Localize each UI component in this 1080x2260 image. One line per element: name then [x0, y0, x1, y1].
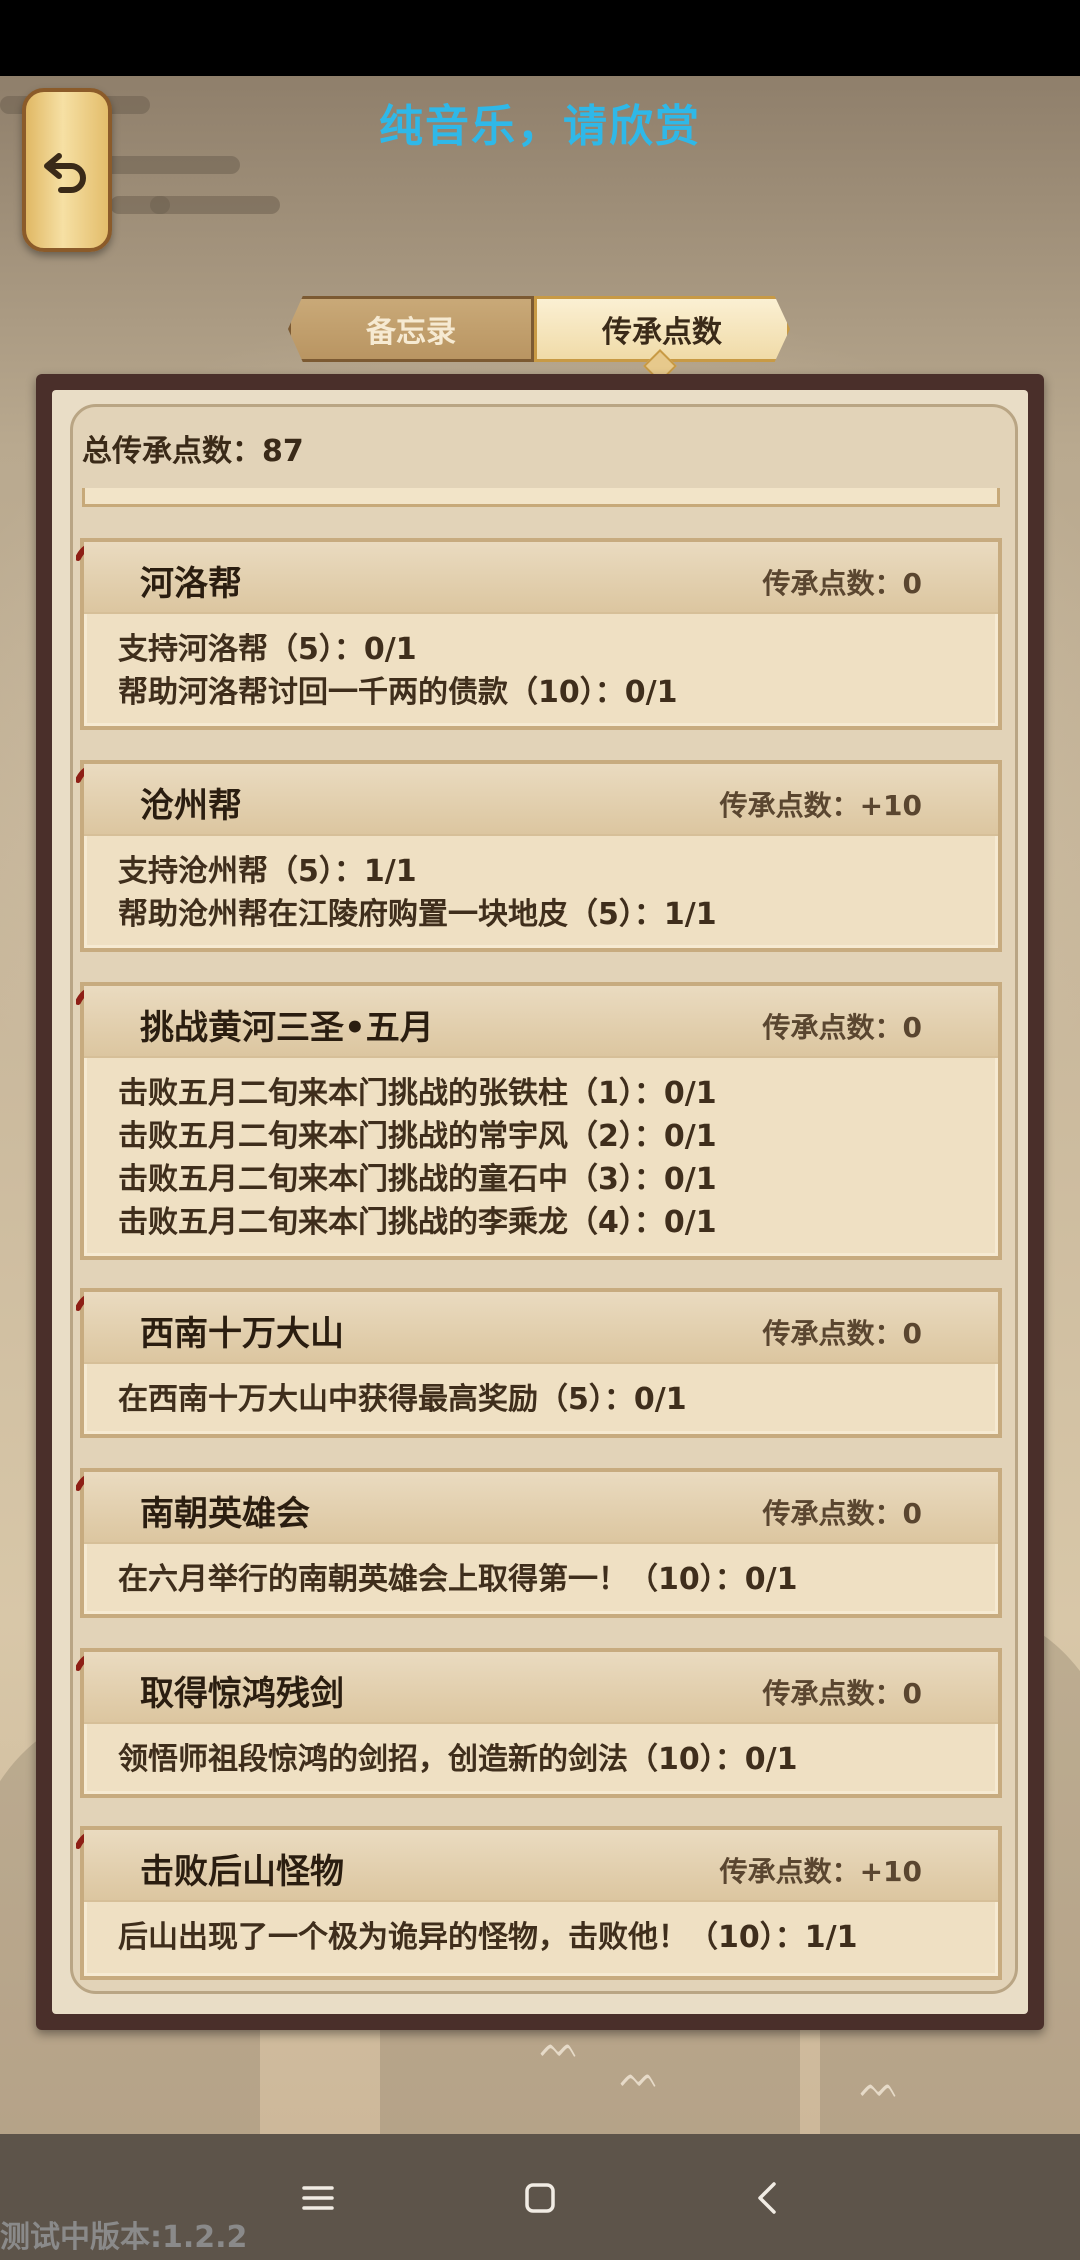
card-title: 西南十万大山	[140, 1314, 344, 1354]
requirement-line: 后山出现了一个极为诡异的怪物，击败他！（10）：1/1	[118, 1920, 858, 1955]
scrolled-card-edge	[82, 488, 1000, 507]
card-header: 挑战黄河三圣•五月 传承点数：0	[84, 986, 998, 1058]
inheritance-card: 挑战黄河三圣•五月 传承点数：0 击败五月二旬来本门挑战的张铁柱（1）：0/1 …	[76, 982, 1002, 1260]
card-points: 传承点数：0	[762, 1677, 922, 1710]
card-title: 河洛帮	[140, 564, 242, 604]
inheritance-card: 河洛帮 传承点数：0 支持河洛帮（5）：0/1 帮助河洛帮讨回一千两的债款（10…	[76, 538, 1002, 730]
requirement-line: 支持沧州帮（5）：1/1	[118, 854, 417, 889]
card-title: 取得惊鸿残剑	[140, 1674, 344, 1714]
requirement-line: 击败五月二旬来本门挑战的童石中（3）：0/1	[118, 1162, 717, 1197]
tab-memo[interactable]: 备忘录	[288, 296, 534, 362]
status-bar	[0, 0, 1080, 76]
inheritance-card: 沧州帮 传承点数：+10 支持沧州帮（5）：1/1 帮助沧州帮在江陵府购置一块地…	[76, 760, 1002, 952]
card-header: 沧州帮 传承点数：+10	[84, 764, 998, 836]
card-title: 南朝英雄会	[140, 1494, 310, 1534]
card-points: 传承点数：0	[762, 567, 922, 600]
card-header: 击败后山怪物 传承点数：+10	[84, 1830, 998, 1902]
menu-icon[interactable]	[290, 2170, 346, 2226]
requirement-line: 击败五月二旬来本门挑战的李乘龙（4）：0/1	[118, 1205, 717, 1240]
requirement-line: 支持河洛帮（5）：0/1	[118, 632, 417, 667]
home-square-icon[interactable]	[512, 2170, 568, 2226]
page-title: 纯音乐，请欣赏	[379, 101, 701, 152]
requirement-line: 击败五月二旬来本门挑战的张铁柱（1）：0/1	[118, 1076, 717, 1111]
inheritance-card: 西南十万大山 传承点数：0 在西南十万大山中获得最高奖励（5）：0/1	[76, 1288, 1002, 1438]
requirement-line: 在六月举行的南朝英雄会上取得第一！（10）：0/1	[118, 1562, 798, 1597]
card-header: 南朝英雄会 传承点数：0	[84, 1472, 998, 1544]
card-header: 河洛帮 传承点数：0	[84, 542, 998, 614]
chevron-left-icon[interactable]	[740, 2170, 796, 2226]
requirement-line: 帮助河洛帮讨回一千两的债款（10）：0/1	[118, 675, 678, 710]
requirement-line: 领悟师祖段惊鸿的剑招，创造新的剑法（10）：0/1	[118, 1742, 798, 1777]
inheritance-card: 南朝英雄会 传承点数：0 在六月举行的南朝英雄会上取得第一！（10）：0/1	[76, 1468, 1002, 1618]
requirement-line: 帮助沧州帮在江陵府购置一块地皮（5）：1/1	[118, 897, 717, 932]
card-points: 传承点数：+10	[719, 789, 922, 822]
inheritance-card: 击败后山怪物 传承点数：+10 后山出现了一个极为诡异的怪物，击败他！（10）：…	[76, 1826, 1002, 1980]
card-header: 西南十万大山 传承点数：0	[84, 1292, 998, 1364]
card-points: 传承点数：0	[762, 1497, 922, 1530]
card-title: 沧州帮	[140, 786, 242, 826]
card-title: 挑战黄河三圣•五月	[140, 1008, 434, 1048]
inheritance-card: 取得惊鸿残剑 传承点数：0 领悟师祖段惊鸿的剑招，创造新的剑法（10）：0/1	[76, 1648, 1002, 1798]
card-header: 取得惊鸿残剑 传承点数：0	[84, 1652, 998, 1724]
total-points: 总传承点数：87	[82, 434, 304, 469]
card-points: 传承点数：0	[762, 1011, 922, 1044]
version-label: 测试中版本:1.2.2	[0, 2220, 248, 2255]
card-points: 传承点数：+10	[719, 1855, 922, 1888]
requirement-line: 在西南十万大山中获得最高奖励（5）：0/1	[118, 1382, 687, 1417]
card-title: 击败后山怪物	[140, 1852, 344, 1892]
requirement-line: 击败五月二旬来本门挑战的常宇风（2）：0/1	[118, 1119, 717, 1154]
card-points: 传承点数：0	[762, 1317, 922, 1350]
